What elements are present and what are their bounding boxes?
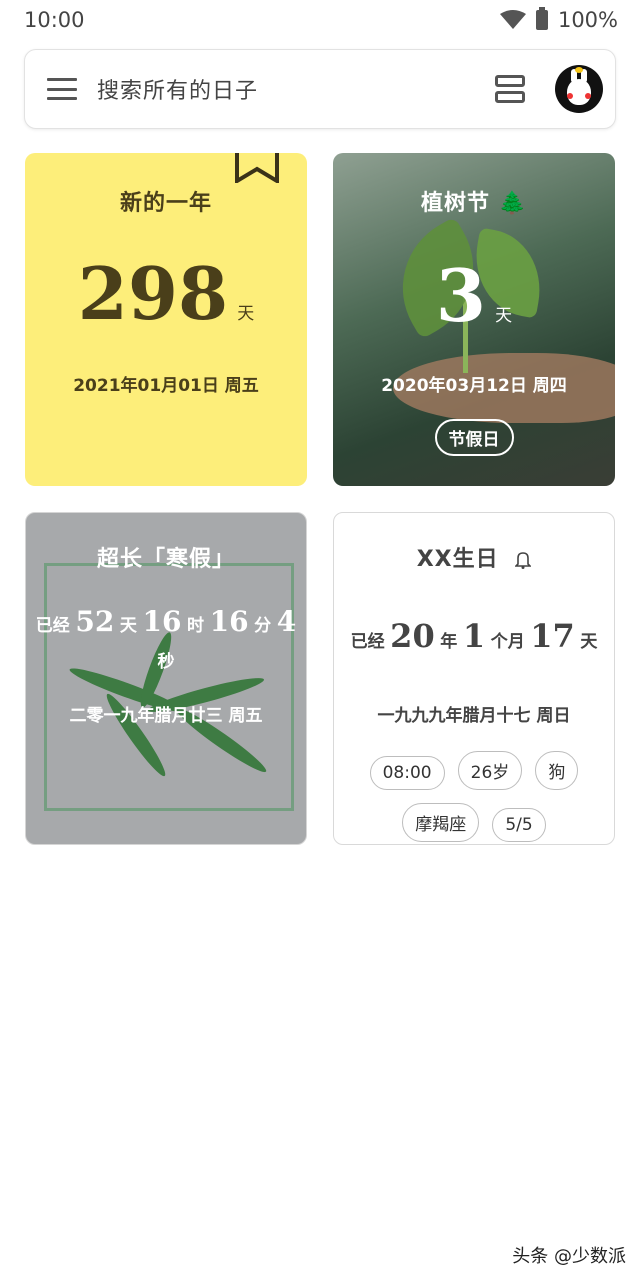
- card-date: 2021年01月01日 周五: [73, 376, 259, 396]
- date-pill: 5/5: [492, 808, 546, 842]
- view-layout-icon[interactable]: [495, 75, 525, 103]
- holiday-tag: 节假日: [434, 419, 514, 456]
- card-title: 新的一年: [119, 191, 212, 216]
- lunar-date: 二零一九年腊月廿三 周五: [69, 706, 263, 726]
- wifi-icon: [499, 10, 526, 29]
- elapsed-time: 已经 52 天 16 时 16 分 4: [35, 605, 297, 638]
- day-count: 298: [77, 251, 229, 336]
- seconds-unit: 秒: [157, 652, 175, 672]
- elapsed-time: 已经 20 年 1 个月 17 天: [350, 617, 598, 655]
- zodiac-pill: 狗: [535, 751, 579, 790]
- status-bar: 10:00 100%: [0, 0, 640, 40]
- day-card-new-year[interactable]: 新的一年 298 天 2021年01月01日 周五: [25, 153, 307, 486]
- day-count: 3: [435, 253, 486, 338]
- status-time: 10:00: [24, 8, 85, 32]
- card-title: 植树节 🌲: [420, 191, 528, 216]
- card-date: 2020年03月12日 周四: [381, 376, 567, 396]
- day-card-arbor-day[interactable]: 植树节 🌲 3 天 2020年03月12日 周四 节假日: [333, 153, 615, 486]
- countdown: 3 天: [333, 253, 615, 338]
- countdown: 298 天: [25, 251, 307, 336]
- watermark: 头条 @少数派: [512, 1246, 626, 1267]
- avatar[interactable]: [555, 65, 603, 113]
- status-icons: 100%: [499, 7, 618, 32]
- menu-icon[interactable]: [47, 78, 77, 100]
- day-unit: 天: [237, 304, 255, 324]
- info-pills-row-1: 08:00 26岁 狗: [334, 751, 614, 790]
- search-input[interactable]: 搜索所有的日子: [97, 73, 495, 105]
- card-title: XX生日: [416, 547, 499, 572]
- bell-icon: [515, 552, 532, 569]
- plant-image: [44, 563, 294, 811]
- card-title-row: XX生日: [334, 541, 614, 573]
- search-bar[interactable]: 搜索所有的日子: [24, 49, 616, 129]
- lunar-date: 一九九九年腊月十七 周日: [377, 706, 571, 726]
- time-pill: 08:00: [369, 756, 445, 790]
- day-card-birthday[interactable]: XX生日 已经 20 年 1 个月 17 天 一九九九年腊月十七 周日 08:0…: [333, 512, 615, 845]
- day-card-winter-break[interactable]: 超长「寒假」 已经 52 天 16 时 16 分 4 秒 二零一九年腊月廿三 周…: [25, 512, 307, 845]
- battery-icon: [535, 7, 548, 30]
- age-pill: 26岁: [457, 751, 523, 790]
- info-pills-row-2: 摩羯座 5/5: [334, 803, 614, 842]
- battery-level: 100%: [557, 8, 618, 32]
- day-unit: 天: [495, 306, 513, 326]
- constellation-pill: 摩羯座: [402, 803, 480, 842]
- card-title: 超长「寒假」: [96, 547, 235, 572]
- bookmark-icon: [235, 153, 279, 183]
